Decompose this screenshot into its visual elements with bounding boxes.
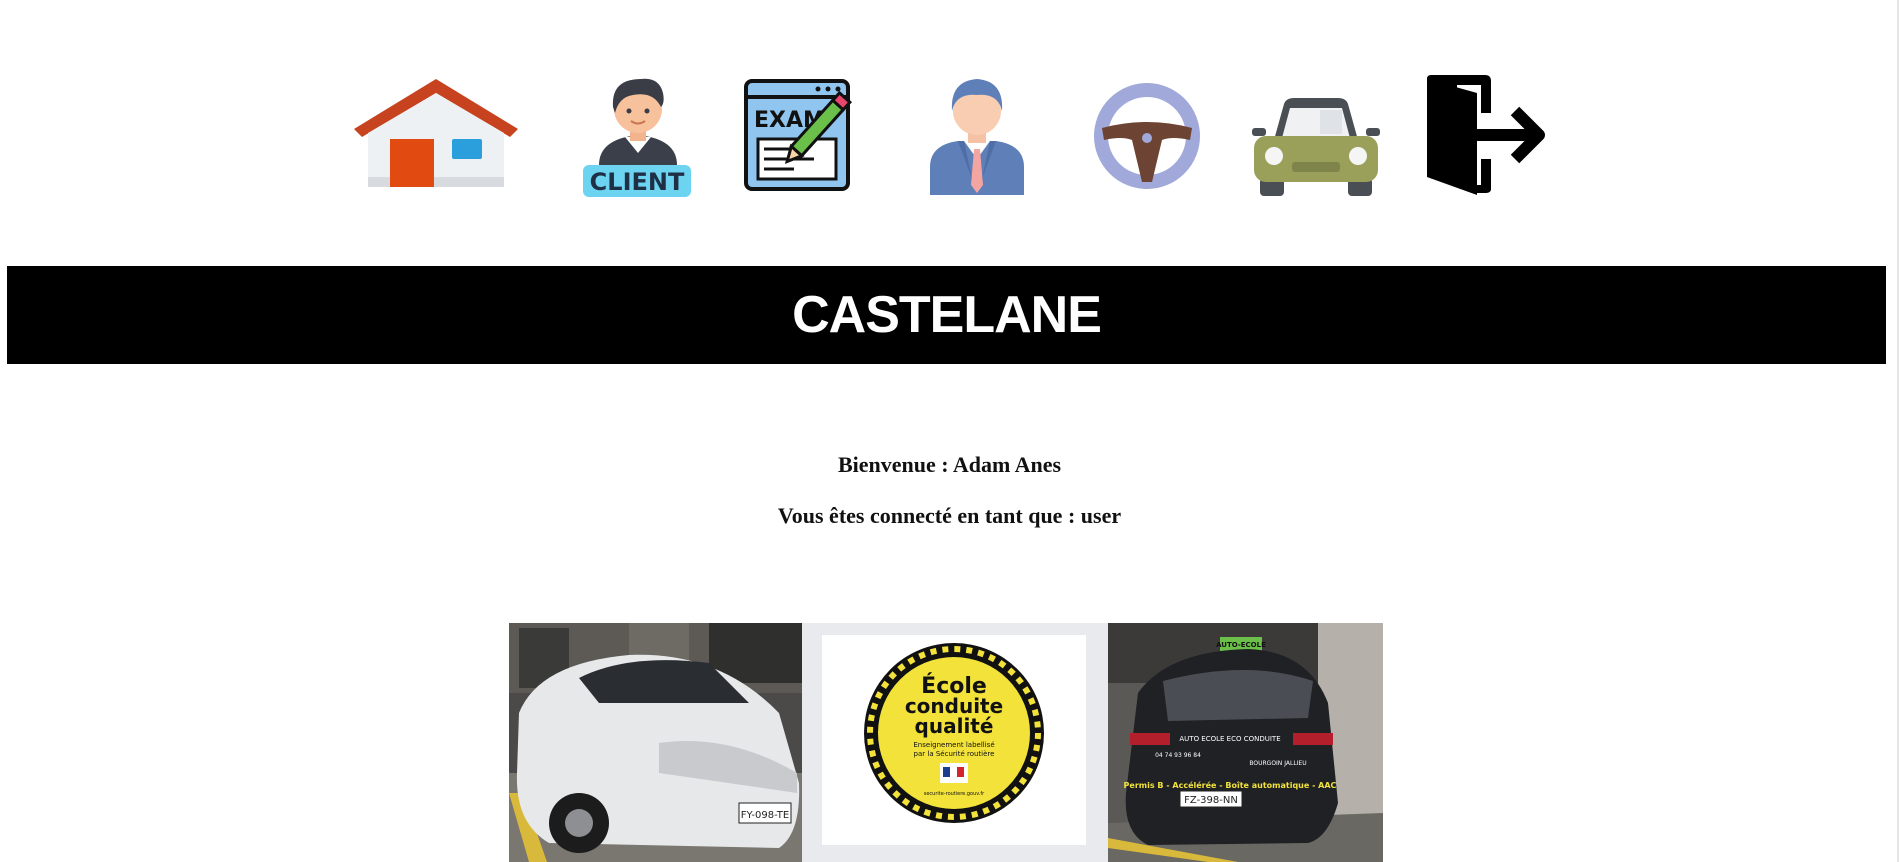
svg-text:AUTO-ECOLE: AUTO-ECOLE	[1216, 641, 1266, 649]
car-icon	[1252, 98, 1380, 196]
client-icon: CLIENT	[583, 78, 691, 197]
top-nav: CLIENT EXAM	[0, 60, 1899, 210]
svg-text:par la Sécurité routière: par la Sécurité routière	[914, 750, 995, 758]
svg-text:Enseignement labellisé: Enseignement labellisé	[913, 741, 994, 749]
nav-logout-link[interactable]	[1425, 73, 1551, 197]
ecole-conduite-qualite-badge: École conduite qualité Enseignement labe…	[802, 623, 1108, 862]
svg-text:04 74 93 96 84: 04 74 93 96 84	[1155, 752, 1201, 759]
svg-text:qualité: qualité	[915, 714, 994, 738]
photo-gallery: FY-098-TE École conduite qualité Enseign…	[509, 623, 1383, 862]
nav-home-link[interactable]	[354, 77, 518, 189]
home-icon	[354, 79, 518, 187]
header-bar: CASTELANE	[7, 266, 1886, 364]
nav-moniteur-link[interactable]	[928, 75, 1026, 195]
dark-car-photo: AUTO-ECOLE AUTO ECOLE ECO CONDUITE 04 74…	[1108, 623, 1383, 862]
exam-icon: EXAM	[744, 79, 853, 191]
page-title: CASTELANE	[792, 286, 1102, 344]
svg-text:securite-routiere.gouv.fr: securite-routiere.gouv.fr	[924, 791, 985, 797]
nav-lecon-link[interactable]	[1092, 82, 1202, 190]
svg-text:Permis B - Accélérée - Boîte a: Permis B - Accélérée - Boîte automatique…	[1124, 780, 1337, 790]
welcome-role: Vous êtes connecté en tant que : user	[777, 503, 1122, 528]
nav-vehicule-link[interactable]	[1252, 96, 1380, 198]
welcome-greeting: Bienvenue : Adam Anes	[837, 452, 1062, 477]
steering-wheel-icon	[1094, 83, 1200, 189]
nav-client-link[interactable]: CLIENT	[583, 73, 693, 199]
logout-icon	[1427, 75, 1545, 195]
svg-text:CLIENT: CLIENT	[590, 168, 685, 196]
svg-text:BOURGOIN JALLIEU: BOURGOIN JALLIEU	[1249, 760, 1306, 767]
svg-text:AUTO ECOLE ECO CONDUITE: AUTO ECOLE ECO CONDUITE	[1179, 735, 1280, 743]
nav-exam-link[interactable]: EXAM	[744, 79, 870, 193]
person-suit-icon	[930, 79, 1024, 195]
svg-text:FZ-398-NN: FZ-398-NN	[1184, 795, 1238, 806]
white-car-photo: FY-098-TE	[509, 623, 802, 862]
svg-text:FY-098-TE: FY-098-TE	[741, 810, 790, 821]
